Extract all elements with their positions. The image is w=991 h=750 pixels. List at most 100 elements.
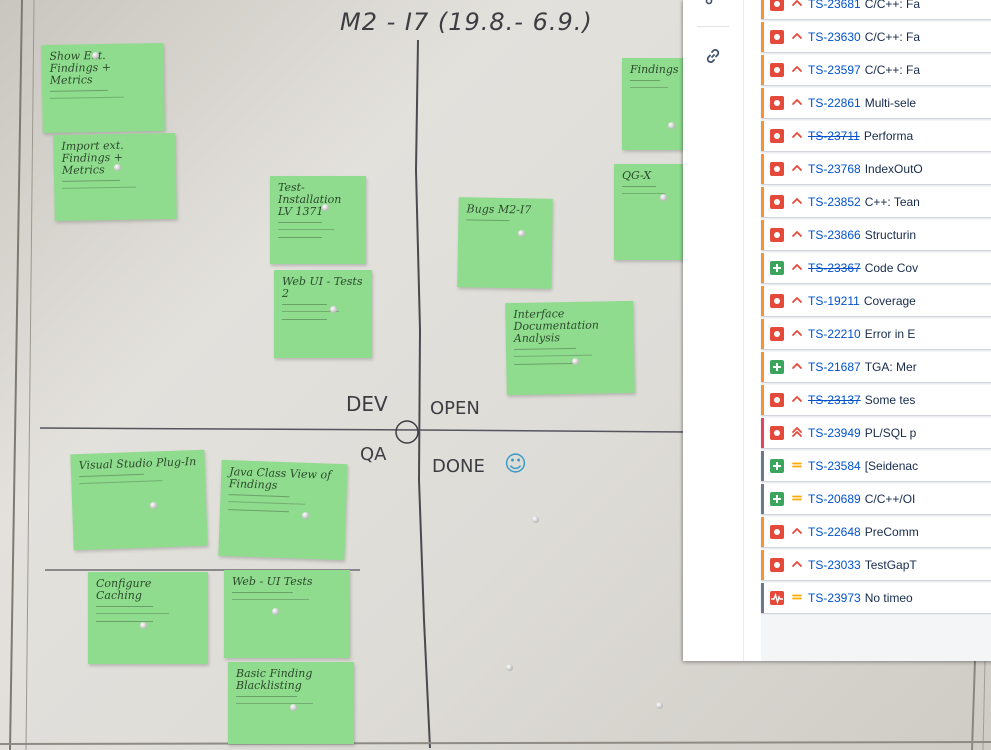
issue-row[interactable]: TS-23768 IndexOutO bbox=[761, 154, 991, 184]
issue-summary: C++: Tean bbox=[864, 195, 920, 209]
board-heading: M2 - I7 (19.8.- 6.9.) bbox=[340, 8, 593, 36]
priority-high-icon bbox=[790, 30, 804, 44]
issue-row[interactable]: TS-23681 C/C++: Fa bbox=[761, 0, 991, 19]
issue-key-link[interactable]: TS-23711 bbox=[808, 129, 860, 143]
bug-type-icon bbox=[770, 129, 784, 143]
zone-label-open: OPEN bbox=[430, 398, 480, 419]
priority-high-icon bbox=[790, 360, 804, 374]
sticky-note-title: Visual Studio Plug-In bbox=[78, 454, 197, 473]
issue-key-link[interactable]: TS-23137 bbox=[808, 393, 861, 407]
issue-summary: TGA: Mer bbox=[864, 360, 917, 374]
issue-key-link[interactable]: TS-20689 bbox=[808, 492, 861, 506]
issue-key-link[interactable]: TS-22210 bbox=[808, 327, 861, 341]
issue-summary: C/C++: Fa bbox=[864, 63, 921, 77]
sticky-note: Basic Finding Blacklisting bbox=[228, 662, 354, 744]
issue-summary: C/C++/OI bbox=[864, 492, 916, 506]
bug-type-icon bbox=[770, 162, 784, 176]
bug-type-icon bbox=[770, 96, 784, 110]
sticky-note: Web UI - Tests 2 bbox=[274, 270, 372, 358]
issue-row[interactable]: TS-23033 TestGapT bbox=[761, 550, 991, 580]
issue-key-link[interactable]: TS-23949 bbox=[808, 426, 861, 440]
sticky-note-title: QG-X bbox=[622, 169, 652, 182]
zone-label-dev: DEV bbox=[346, 392, 388, 416]
priority-high-icon bbox=[790, 558, 804, 572]
pulse-type-icon bbox=[770, 591, 784, 605]
priority-high-icon bbox=[790, 261, 804, 275]
issue-key-link[interactable]: TS-23033 bbox=[808, 558, 861, 572]
share-icon[interactable] bbox=[702, 0, 724, 14]
magnet-pin bbox=[322, 204, 329, 211]
zone-label-qa: QA bbox=[360, 444, 387, 465]
sticky-note-title: Findings bbox=[630, 63, 679, 76]
bug-type-icon bbox=[770, 327, 784, 341]
improvement-type-icon bbox=[770, 459, 784, 473]
magnet-pin bbox=[290, 704, 297, 711]
issue-row[interactable]: TS-23866 Structurin bbox=[761, 220, 991, 250]
issue-summary: TestGapT bbox=[864, 558, 917, 572]
issue-panel: TS-23681 C/C++: Fa TS-23630 C/C++: Fa TS-235… bbox=[683, 0, 991, 661]
sticky-note: Visual Studio Plug-In bbox=[70, 449, 208, 551]
improvement-type-icon bbox=[770, 492, 784, 506]
issue-key-link[interactable]: TS-22648 bbox=[808, 525, 861, 539]
sticky-note: Show Ext. Findings + Metrics bbox=[41, 42, 165, 134]
issue-key-link[interactable]: TS-22861 bbox=[808, 96, 861, 110]
panel-sidebar bbox=[683, 0, 744, 661]
issue-key-link[interactable]: TS-23973 bbox=[808, 591, 861, 605]
sticky-note-title: Interface Documentation Analysis bbox=[513, 307, 600, 345]
issue-row[interactable]: TS-23584 [Seidenac bbox=[761, 451, 991, 481]
issue-key-link[interactable]: TS-19211 bbox=[808, 294, 860, 308]
issue-summary: PL/SQL p bbox=[864, 426, 917, 440]
issue-row[interactable]: TS-23852 C++: Tean bbox=[761, 187, 991, 217]
bug-type-icon bbox=[770, 393, 784, 407]
magnet-pin bbox=[506, 664, 513, 671]
issue-row[interactable]: TS-23137 Some tes bbox=[761, 385, 991, 415]
issue-key-link[interactable]: TS-23597 bbox=[808, 63, 861, 77]
issue-key-link[interactable]: TS-23866 bbox=[808, 228, 861, 242]
priority-high-icon bbox=[790, 327, 804, 341]
issue-summary: Coverage bbox=[863, 294, 916, 308]
priority-high-icon bbox=[790, 162, 804, 176]
issue-row[interactable]: TS-23367 Code Cov bbox=[761, 253, 991, 283]
issue-row[interactable]: TS-23630 C/C++: Fa bbox=[761, 22, 991, 52]
issue-key-link[interactable]: TS-23367 bbox=[808, 261, 861, 275]
issue-row[interactable]: TS-23711 Performa bbox=[761, 121, 991, 151]
issue-summary: [Seidenac bbox=[864, 459, 919, 473]
issue-key-link[interactable]: TS-23768 bbox=[808, 162, 861, 176]
sticky-note: QG-X bbox=[614, 164, 692, 260]
issue-key-link[interactable]: TS-23681 bbox=[808, 0, 861, 11]
sticky-note-title: Web - UI Tests bbox=[232, 575, 313, 588]
issue-summary: Code Cov bbox=[864, 261, 919, 275]
issue-row[interactable]: TS-22210 Error in E bbox=[761, 319, 991, 349]
issue-row[interactable]: TS-22861 Multi-sele bbox=[761, 88, 991, 118]
sticky-note: Test-Installation LV 1371 bbox=[270, 176, 366, 264]
issue-key-link[interactable]: TS-23630 bbox=[808, 30, 861, 44]
bug-type-icon bbox=[770, 294, 784, 308]
issue-summary: No timeo bbox=[864, 591, 913, 605]
issue-row[interactable]: TS-23597 C/C++: Fa bbox=[761, 55, 991, 85]
magnet-pin bbox=[656, 702, 663, 709]
link-icon[interactable] bbox=[702, 46, 724, 68]
issue-row[interactable]: TS-21687 TGA: Mer bbox=[761, 352, 991, 382]
issue-row[interactable]: TS-23949 PL/SQL p bbox=[761, 418, 991, 448]
issue-key-link[interactable]: TS-23584 bbox=[808, 459, 861, 473]
bug-type-icon bbox=[770, 525, 784, 539]
bug-type-icon bbox=[770, 426, 784, 440]
priority-high-icon bbox=[790, 294, 804, 308]
issue-row[interactable]: TS-19211 Coverage bbox=[761, 286, 991, 316]
issue-list: TS-23681 C/C++: Fa TS-23630 C/C++: Fa TS-235… bbox=[761, 0, 991, 616]
sticky-note: Web - UI Tests bbox=[224, 570, 350, 658]
issue-key-link[interactable]: TS-23852 bbox=[808, 195, 861, 209]
issue-row[interactable]: TS-20689 C/C++/OI bbox=[761, 484, 991, 514]
magnet-pin bbox=[150, 502, 157, 509]
priority-high-icon bbox=[790, 63, 804, 77]
issue-row[interactable]: TS-22648 PreComm bbox=[761, 517, 991, 547]
sticky-note-title: Import ext. Findings + Metrics bbox=[61, 138, 124, 177]
bug-type-icon bbox=[770, 30, 784, 44]
bug-type-icon bbox=[770, 0, 784, 11]
priority-high-icon bbox=[790, 195, 804, 209]
magnet-pin bbox=[272, 608, 279, 615]
magnet-pin bbox=[302, 512, 309, 519]
issue-row[interactable]: TS-23973 No timeo bbox=[761, 583, 991, 613]
bug-type-icon bbox=[770, 195, 784, 209]
issue-key-link[interactable]: TS-21687 bbox=[808, 360, 861, 374]
